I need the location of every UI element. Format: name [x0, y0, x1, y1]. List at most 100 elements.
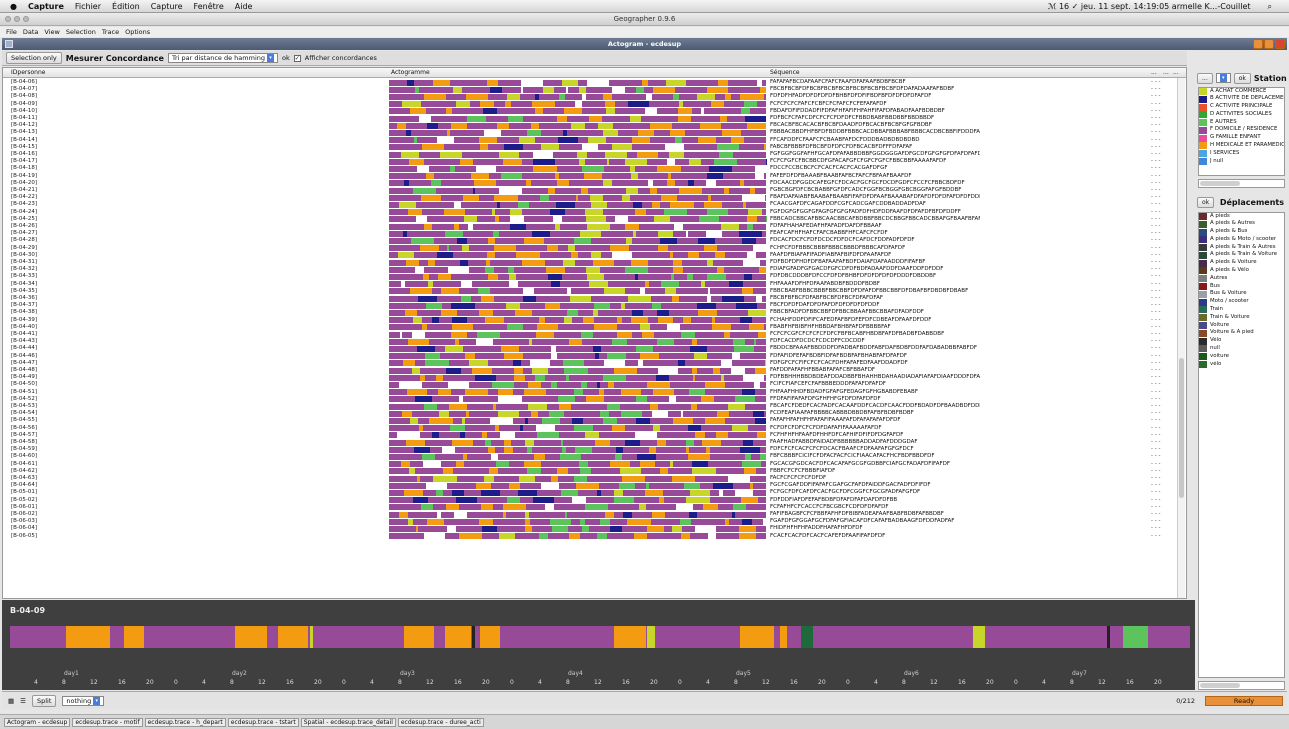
table-row[interactable]: [B-04-11] FDFBCFCFAFCDFCFCFCFDFDFCFBBDBAB…	[3, 115, 1186, 122]
tab-h-depart[interactable]: ecdesup.trace - h_depart	[144, 717, 226, 727]
frame-minimize-button[interactable]	[1253, 39, 1263, 49]
frame-maximize-button[interactable]	[1264, 39, 1274, 49]
close-window-button[interactable]	[5, 16, 11, 22]
table-row[interactable]: [B-04-37] FBCFDFDFDAFDFDFAFDFDFDFDFDFDDF -…	[3, 302, 1186, 309]
table-row[interactable]: [B-04-61] FGCACGFGDCACFDFCACAFAFGCGFGDBBF…	[3, 461, 1186, 468]
legend-item[interactable]: J null	[1199, 158, 1284, 166]
table-row[interactable]: [B-04-35] FBBCBABFBBBCBBBFBBCBBFDFDFAFDFB…	[3, 288, 1186, 295]
grid-view-icon[interactable]: ▦	[8, 697, 14, 705]
table-row[interactable]: [B-04-64] FGCFCGAFDDFIFAFAFCGAFGCFAFDFAID…	[3, 482, 1186, 489]
selection-only-button[interactable]: Selection only	[6, 52, 62, 64]
table-row[interactable]: [B-04-50] FCIFCFIAFCEFCFAFBBBEDDDFAFAFDFA…	[3, 381, 1186, 388]
tab-duree-acti[interactable]: ecdesup.trace - duree_acti	[397, 717, 484, 727]
table-row[interactable]: [B-04-51] FHFAAFHHDFBDADFGFAFGFEDAGFGFHGB…	[3, 389, 1186, 396]
table-row[interactable]: [B-04-33] FDFDBCDDDBFDFCCFDFDFBHBFDFDFDFD…	[3, 273, 1186, 280]
mac-menu-edition[interactable]: Édition	[112, 2, 140, 11]
mac-menu-fenetre[interactable]: Fenêtre	[194, 2, 224, 11]
table-row[interactable]: [B-04-41] FCFCFCGFCFCFCFCFDFCFBFBCABFHBDB…	[3, 331, 1186, 338]
table-row[interactable]: [B-04-29] FCHFCFDFBBBCBBBFBBBCBBBDFBBBCAF…	[3, 245, 1186, 252]
scroll-thumb[interactable]	[1179, 358, 1184, 498]
table-row[interactable]: [B-04-54] FCDFEAFIAAFAFBBBBCABBBDBBDBFAFB…	[3, 410, 1186, 417]
column-header-sequence[interactable]: Séquence	[770, 69, 800, 76]
sort-select[interactable]: Tri par distance de hamming ▾	[167, 53, 278, 63]
table-row[interactable]: [B-04-63] FACFCFCFCFCFDFDF - - -	[3, 475, 1186, 482]
table-row[interactable]: [B-04-34] FHFAAAFDFHFDFAAFABDBFBDDDFBDBF -…	[3, 281, 1186, 288]
scroll-thumb[interactable]	[1200, 181, 1240, 186]
table-row[interactable]: [B-04-08] FDFDFHFADFDFDFDFDFBHBFDFDFIFBDF…	[3, 93, 1186, 100]
table-row[interactable]: [B-04-31] FDFBDFDFHDFDFBAFAAFAFBDFDAIAFDA…	[3, 259, 1186, 266]
frame-close-button[interactable]	[1275, 39, 1285, 49]
menu-options[interactable]: Options	[125, 28, 150, 36]
search-icon[interactable]: ⌕	[1268, 2, 1272, 12]
table-row[interactable]: [B-04-62] FBBFCFCFCFBBBFIAFDF - - -	[3, 468, 1186, 475]
table-row[interactable]: [B-04-36] FBCBFBFBCFDFABFBCBFDFBCFDFAFDFA…	[3, 295, 1186, 302]
deplacements-horizontal-scrollbar[interactable]	[1198, 681, 1285, 690]
table-row[interactable]: [B-04-24] FGFDGFGFGGFGFAGFGFGFGFADFDFHDFD…	[3, 209, 1186, 216]
menu-file[interactable]: File	[6, 28, 17, 36]
menu-selection[interactable]: Selection	[66, 28, 96, 36]
table-row[interactable]: [B-04-21] FGBCBGFDFCBCBABBFGFDFCADCFGGFBC…	[3, 187, 1186, 194]
column-header-idpersonne[interactable]: IDpersonne	[11, 69, 45, 76]
column-header-extra-2[interactable]: ...	[1163, 69, 1169, 76]
split-button[interactable]: Split	[31, 694, 57, 707]
station-options-button[interactable]: ...	[1197, 72, 1213, 84]
table-row[interactable]: [B-04-20] FDCAACDFGGDCAFEGFCFDCACFGCFGCFD…	[3, 180, 1186, 187]
table-row[interactable]: [B-04-52] FFDFAFIFAFAFDFGFHFHFGFDFDFAFDFD…	[3, 396, 1186, 403]
table-row[interactable]: [B-04-40] FBABFHFBIBFHFHBBDAFBHBFAFDFBBBB…	[3, 324, 1186, 331]
tab-spatial[interactable]: Spatial - ecdesup.trace_detail	[300, 717, 396, 727]
table-row[interactable]: [B-06-05] FCACFCACFDFCACFCAFEFDFAAFIFAFDF…	[3, 533, 1186, 540]
table-row[interactable]: [B-04-30] FAAFDFBIAFAFIFADFIABFAFBIFDFDFA…	[3, 252, 1186, 259]
table-row[interactable]: [B-04-07] FBCBFBCBFDFBCBFBCBFBCBFBCBFBCBF…	[3, 86, 1186, 93]
table-row[interactable]: [B-04-48] FAFDDFAFAFHFBBABFAFAFCBFBBAFDF -…	[3, 367, 1186, 374]
table-row[interactable]: [B-06-01] FCFAFHFCFCACCFCFBCGBCFCDFDFDFAF…	[3, 504, 1186, 511]
mac-menu-fichier[interactable]: Fichier	[75, 2, 101, 11]
table-row[interactable]: [B-06-04] FHIDFHFHFHFADDFHAFAFHFDFDF - - -	[3, 525, 1186, 532]
table-row[interactable]: [B-04-12] FBCACBFBCACACBFBCBFDAADFDFBCACB…	[3, 122, 1186, 129]
legend-item[interactable]: vélo	[1199, 361, 1284, 369]
table-vertical-scrollbar[interactable]	[1177, 78, 1185, 598]
scroll-thumb[interactable]	[1200, 683, 1240, 688]
table-row[interactable]: [B-04-46] FDFAFIDFEFAFBDBFIDFAFBDBFAFBHAB…	[3, 353, 1186, 360]
table-row[interactable]: [B-04-43] FDFCACDFDCDCFCDCDFFCDCDDF - - -	[3, 338, 1186, 345]
table-row[interactable]: [B-04-32] FDIAFGFADFGFGACDFGFCDFDFBDFADAA…	[3, 266, 1186, 273]
table-row[interactable]: [B-04-39] FCHAHFDDFDFIFCAFEDFAFBFDFEFDFCD…	[3, 317, 1186, 324]
menu-view[interactable]: View	[44, 28, 59, 36]
table-row[interactable]: [B-04-59] FDFCFCFCACFCFCFDCACFBAAFCFDFAAF…	[3, 446, 1186, 453]
column-header-extra-1[interactable]: ...	[1151, 69, 1157, 76]
table-row[interactable]: [B-04-47] FDFGFCFCFIFCFCFCACFDHFAFAFEDFAA…	[3, 360, 1186, 367]
column-header-actogramme[interactable]: Actogramme	[391, 69, 430, 76]
zoom-window-button[interactable]	[23, 16, 29, 22]
table-row[interactable]: [B-04-10] FBDAFDFIFDDADFIFDFAFHFAFIFHFAHF…	[3, 108, 1186, 115]
table-row[interactable]: [B-04-56] FCFDFCFDFCFCFDFDAFAFIFAAAAAFAFD…	[3, 425, 1186, 432]
table-row[interactable]: [B-04-13] FBBBACBBDFHFBFDFBDDBFBBBCACDBBA…	[3, 129, 1186, 136]
nothing-select[interactable]: nothing ▾	[62, 695, 105, 706]
menu-trace[interactable]: Trace	[102, 28, 119, 36]
table-row[interactable]: [B-04-19] FAFEFDFDFBAAABFBAABFAFBCFAFCFBF…	[3, 173, 1186, 180]
table-row[interactable]: [B-04-49] FDFBBHHHBBDBDEAFDDADBBFBHAHHBDA…	[3, 374, 1186, 381]
table-row[interactable]: [B-06-03] FGAFDFGFGGAFGCFDFAFGFIACAFDFCAF…	[3, 518, 1186, 525]
table-row[interactable]: [B-04-22] FBAFDAFAIABFBAABAFBAABFIFAFDFDF…	[3, 194, 1186, 201]
table-row[interactable]: [B-04-09] FCFCFCFCFAFCFCBFCFCFAFCFCFEFAFA…	[3, 101, 1186, 108]
list-view-icon[interactable]: ☰	[20, 697, 26, 705]
afficher-concordances-checkbox[interactable]: ✓	[293, 54, 301, 62]
tab-motif[interactable]: ecdesup.trace - motif	[72, 717, 143, 727]
table-row[interactable]: [B-04-25] FBBCADCBBCAFBBCAACBBCAFBDBBFBBC…	[3, 216, 1186, 223]
table-row[interactable]: [B-05-02] FDFDDFIAFDFEFAFBDBFDFAFDFAFDAFD…	[3, 497, 1186, 504]
tab-tstart[interactable]: ecdesup.trace - tstart	[227, 717, 299, 727]
table-row[interactable]: [B-04-17] FCFCFGFCFBCBBCDFGFACAFGFCFGFCFG…	[3, 158, 1186, 165]
station-horizontal-scrollbar[interactable]	[1198, 179, 1285, 188]
table-row[interactable]: [B-04-18] FDCCFCCBCBCFCFCACFCACFCACGAFDFG…	[3, 165, 1186, 172]
station-select[interactable]: ▾	[1215, 73, 1231, 83]
table-row[interactable]: [B-06-02] FAFIFBAGBFCFCFBBFAFHFDFBIBFADEA…	[3, 511, 1186, 518]
table-row[interactable]: [B-04-15] FABCBFBBBFDFBCBFDFDFCFDFBCACBFD…	[3, 144, 1186, 151]
table-row[interactable]: [B-04-60] FBFCBBBFCICIFCFDFACFACFCICFIAAC…	[3, 453, 1186, 460]
apple-icon[interactable]: ●	[10, 2, 17, 11]
clock-and-user[interactable]: ℳ 16 ✓ jeu. 11 sept. 14:19:05 armelle K.…	[1048, 2, 1251, 11]
table-row[interactable]: [B-04-38] FBBCBFADFDFBBCBBFDFBBCBBAAFBBCB…	[3, 309, 1186, 316]
table-row[interactable]: [B-04-28] FDCACFDCFCFDFDCDCFDFDCFCAFDCFDD…	[3, 237, 1186, 244]
ok-label[interactable]: ok	[282, 54, 290, 62]
table-row[interactable]: [B-04-26] FDFAFHAHAFEDAFHFAFADFDAFDFBBAAF…	[3, 223, 1186, 230]
station-ok-button[interactable]: ok	[1233, 72, 1251, 84]
mac-menu-aide[interactable]: Aide	[235, 2, 253, 11]
table-row[interactable]: [B-04-06] FAFAFAFBCDAFAAFCFAFCFAAFDFAFAAF…	[3, 79, 1186, 86]
